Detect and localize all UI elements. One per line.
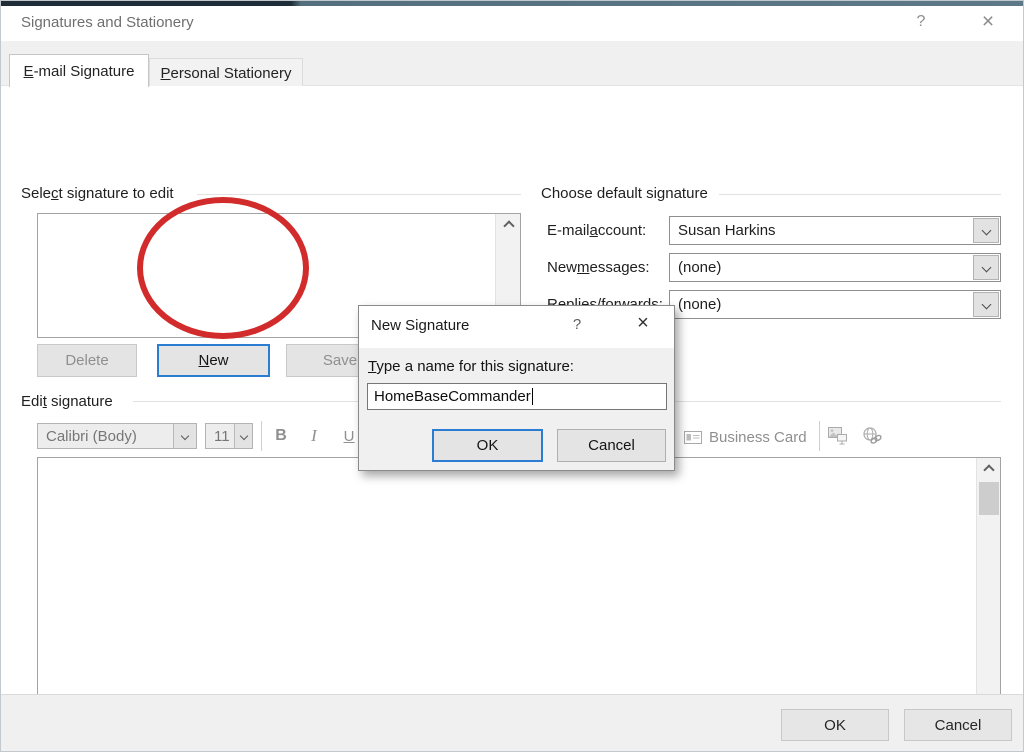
edit-signature-heading: Edit signature — [21, 393, 113, 410]
delete-button[interactable]: Delete — [37, 344, 137, 377]
signatures-and-stationery-dialog: Signatures and Stationery ? × E-mail Sig… — [0, 0, 1024, 752]
email-account-label: E-mail account: — [547, 216, 646, 245]
signature-name-input[interactable]: HomeBaseCommander — [367, 383, 667, 410]
replies-forwards-value: (none) — [678, 291, 721, 318]
signature-body-editor[interactable] — [37, 457, 1001, 726]
dialog-titlebar: Signatures and Stationery ? × — [1, 6, 1024, 41]
tab-email-signature-label: E-mail Signature — [24, 63, 135, 80]
modal-close-icon[interactable]: × — [631, 312, 655, 335]
modal-titlebar: New Signature ? × — [359, 306, 674, 348]
scroll-up-icon[interactable] — [496, 216, 521, 236]
chevron-down-icon[interactable] — [973, 292, 999, 317]
modal-help-icon[interactable]: ? — [567, 316, 587, 333]
tab-personal-stationery[interactable]: Personal Stationery — [149, 58, 303, 87]
dialog-title: Signatures and Stationery — [21, 14, 194, 31]
scrollbar-thumb[interactable] — [979, 482, 999, 515]
new-signature-dialog: New Signature ? × Type a name for this s… — [358, 305, 675, 471]
business-card-button[interactable]: Business Card — [684, 424, 807, 450]
new-messages-select[interactable]: (none) — [669, 253, 1001, 282]
chevron-down-icon[interactable] — [973, 255, 999, 280]
modal-title: New Signature — [371, 317, 469, 334]
editor-scrollbar[interactable] — [976, 458, 1000, 725]
bold-button[interactable]: B — [269, 424, 293, 448]
toolbar-separator — [261, 421, 262, 451]
font-name-value: Calibri (Body) — [46, 424, 137, 448]
font-size-value: 11 — [214, 424, 230, 448]
font-name-select[interactable]: Calibri (Body) — [37, 423, 197, 449]
tab-personal-stationery-label: Personal Stationery — [161, 65, 292, 82]
select-signature-heading: Select signature to edit — [21, 185, 174, 202]
dialog-footer: OK Cancel — [1, 694, 1024, 752]
tab-email-signature[interactable]: E-mail Signature — [9, 54, 149, 87]
scroll-up-icon[interactable] — [977, 460, 1001, 480]
toolbar-separator — [819, 421, 820, 451]
signature-name-label: Type a name for this signature: — [368, 358, 574, 375]
signature-name-value: HomeBaseCommander — [374, 388, 531, 405]
business-card-icon — [684, 431, 702, 444]
new-messages-label: New messages: — [547, 253, 650, 282]
cancel-button[interactable]: Cancel — [904, 709, 1012, 741]
font-size-select[interactable]: 11 — [205, 423, 253, 449]
default-signature-heading: Choose default signature — [541, 185, 708, 202]
business-card-label: Business Card — [709, 429, 807, 446]
tab-band: E-mail Signature Personal Stationery — [1, 41, 1024, 86]
email-account-select[interactable]: Susan Harkins — [669, 216, 1001, 245]
insert-hyperlink-icon[interactable] — [862, 427, 882, 445]
new-button[interactable]: New — [157, 344, 270, 377]
help-icon[interactable]: ? — [909, 13, 933, 31]
chevron-down-icon[interactable] — [234, 424, 252, 448]
replies-forwards-select[interactable]: (none) — [669, 290, 1001, 319]
email-account-value: Susan Harkins — [678, 217, 776, 244]
modal-cancel-button[interactable]: Cancel — [557, 429, 666, 462]
italic-button[interactable]: I — [302, 424, 326, 448]
text-caret — [532, 388, 533, 405]
ok-button[interactable]: OK — [781, 709, 889, 741]
close-icon[interactable]: × — [975, 10, 1001, 34]
insert-picture-icon[interactable] — [828, 427, 848, 445]
chevron-down-icon[interactable] — [973, 218, 999, 243]
modal-ok-button[interactable]: OK — [432, 429, 543, 462]
default-signature-heading-rule — [719, 194, 1001, 195]
chevron-down-icon[interactable] — [173, 424, 196, 448]
annotation-circle — [137, 197, 309, 339]
select-signature-heading-rule — [197, 194, 521, 195]
new-messages-value: (none) — [678, 254, 721, 281]
